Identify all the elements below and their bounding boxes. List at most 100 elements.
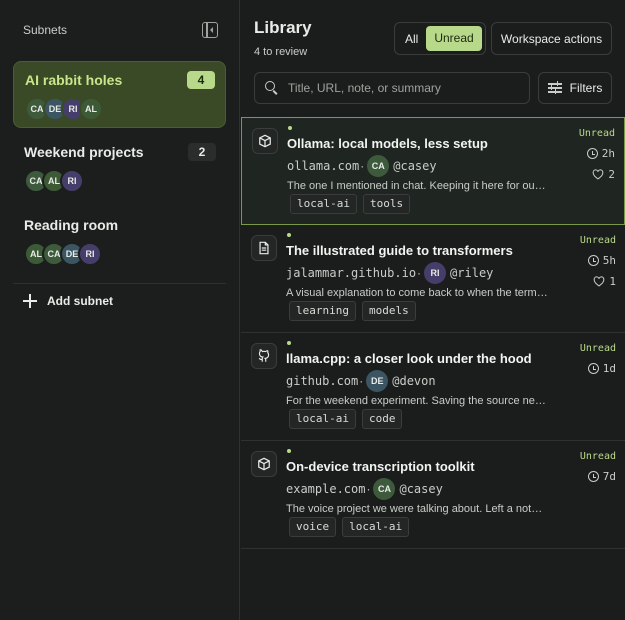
clock-icon [587,255,599,266]
clock-icon [586,148,598,159]
item-user[interactable]: @riley [450,266,493,280]
item-user[interactable]: @devon [392,374,435,388]
subnet-avatars: CA AL RI [24,169,84,193]
filters-label: Filters [569,81,603,95]
tag[interactable]: voice [289,517,337,537]
search-icon [265,81,279,95]
workspace-actions-button[interactable]: Workspace actions [491,22,612,55]
tag[interactable]: models [361,301,416,321]
sliders-icon [547,81,562,94]
item-time: 7d [587,470,616,483]
status-badge: Unread [579,343,616,354]
like-count: 2 [608,168,615,181]
subnet-name: Reading room [24,217,119,233]
like-button[interactable]: 1 [593,275,616,288]
item-title[interactable]: llama.cpp: a closer look under the hood [286,351,532,366]
item-note: A visual explanation to come back to whe… [286,287,548,299]
tag[interactable]: local-ai [289,409,356,429]
plus-icon [23,294,37,308]
item-title[interactable]: On-device transcription toolkit [286,459,475,474]
add-subnet-label: Add subnet [47,294,113,308]
unread-dot [288,126,292,130]
clock-icon [587,363,599,374]
item-domain[interactable]: ollama.com [287,159,359,173]
subnet-count: 4 [187,71,215,89]
package-icon [251,451,277,477]
clock-icon [587,471,599,482]
status-badge: Unread [578,128,615,139]
separator: · [366,482,371,496]
time-label: 2h [601,147,615,160]
filters-button[interactable]: Filters [538,72,612,104]
sidebar-collapse-icon[interactable] [202,22,218,38]
item-domain[interactable]: example.com [286,482,365,496]
filter-all-button[interactable]: All [398,32,425,46]
avatar: DE [366,370,389,392]
tag[interactable]: local-ai [290,194,357,214]
list-item[interactable]: On-device transcription toolkit example.… [241,441,625,549]
tag[interactable]: learning [289,301,356,321]
item-meta: jalammar.github.io · RI @riley [286,262,493,284]
subnet-weekend-projects[interactable]: Weekend projects 2 CA AL RI [13,134,226,201]
item-tags: local-ai code [289,409,408,429]
item-tags: local-ai tools [290,194,416,214]
item-time: 5h [587,254,616,267]
library-list: Ollama: local models, less setup ollama.… [241,117,625,549]
item-meta: github.com · DE @devon [286,370,436,392]
tag[interactable]: local-ai [342,517,410,537]
item-domain[interactable]: jalammar.github.io [286,266,416,280]
document-icon [251,235,277,261]
avatar: CA [373,478,396,500]
status-badge: Unread [579,451,616,462]
heart-icon [593,169,604,180]
library-panel: Library 4 to review All Unread Workspace… [241,0,625,620]
status-badge: Unread [579,235,616,246]
separator: · [359,374,364,388]
sidebar-title: Subnets [23,23,68,37]
item-tags: voice local-ai [289,517,415,537]
item-note: The voice project we were talking about.… [286,503,548,515]
subnet-ai-rabbit-holes[interactable]: AI rabbit holes 4 CA DE RI AL [13,61,226,128]
subnet-reading-room[interactable]: Reading room AL CA DE RI [13,207,226,274]
github-icon [251,343,277,369]
tag[interactable]: code [361,409,403,429]
item-note: The one I mentioned in chat. Keeping it … [287,180,549,192]
avatar: AL [79,97,103,121]
subnet-count: 2 [188,143,216,161]
time-label: 5h [602,254,616,267]
sidebar-divider [13,283,226,284]
separator: · [417,266,422,280]
page-title: Library [254,18,312,37]
item-user[interactable]: @casey [399,482,442,496]
avatar: CA [367,155,390,177]
unread-dot [287,449,291,453]
avatar: RI [60,169,84,193]
list-item[interactable]: The illustrated guide to transformers ja… [241,225,625,333]
item-note: For the weekend experiment. Saving the s… [286,395,548,407]
tag[interactable]: tools [362,194,411,214]
item-meta: ollama.com · CA @casey [287,155,437,177]
subnet-name: Weekend projects [24,144,144,160]
unread-dot [287,233,291,237]
subnet-name: AI rabbit holes [25,72,123,88]
item-title[interactable]: Ollama: local models, less setup [287,136,488,151]
time-label: 1d [602,362,616,375]
like-button[interactable]: 2 [592,168,615,181]
subnet-avatars: CA DE RI AL [25,97,103,121]
unread-dot [287,341,291,345]
add-subnet-button[interactable]: Add subnet [23,294,113,308]
list-item[interactable]: Ollama: local models, less setup ollama.… [241,117,625,225]
review-count: 4 to review [254,46,308,58]
subnet-avatars: AL CA DE RI [24,242,102,266]
read-filter-toggle: All Unread [394,22,486,55]
item-title[interactable]: The illustrated guide to transformers [286,243,513,258]
sidebar: Subnets AI rabbit holes 4 CA DE RI AL We… [0,0,240,620]
separator: · [360,159,365,173]
search-input[interactable] [288,81,528,95]
filter-unread-button[interactable]: Unread [426,26,482,51]
item-user[interactable]: @casey [393,159,436,173]
item-time: 1d [587,362,616,375]
item-domain[interactable]: github.com [286,374,358,388]
heart-icon [594,276,605,287]
list-item[interactable]: llama.cpp: a closer look under the hood … [241,333,625,441]
